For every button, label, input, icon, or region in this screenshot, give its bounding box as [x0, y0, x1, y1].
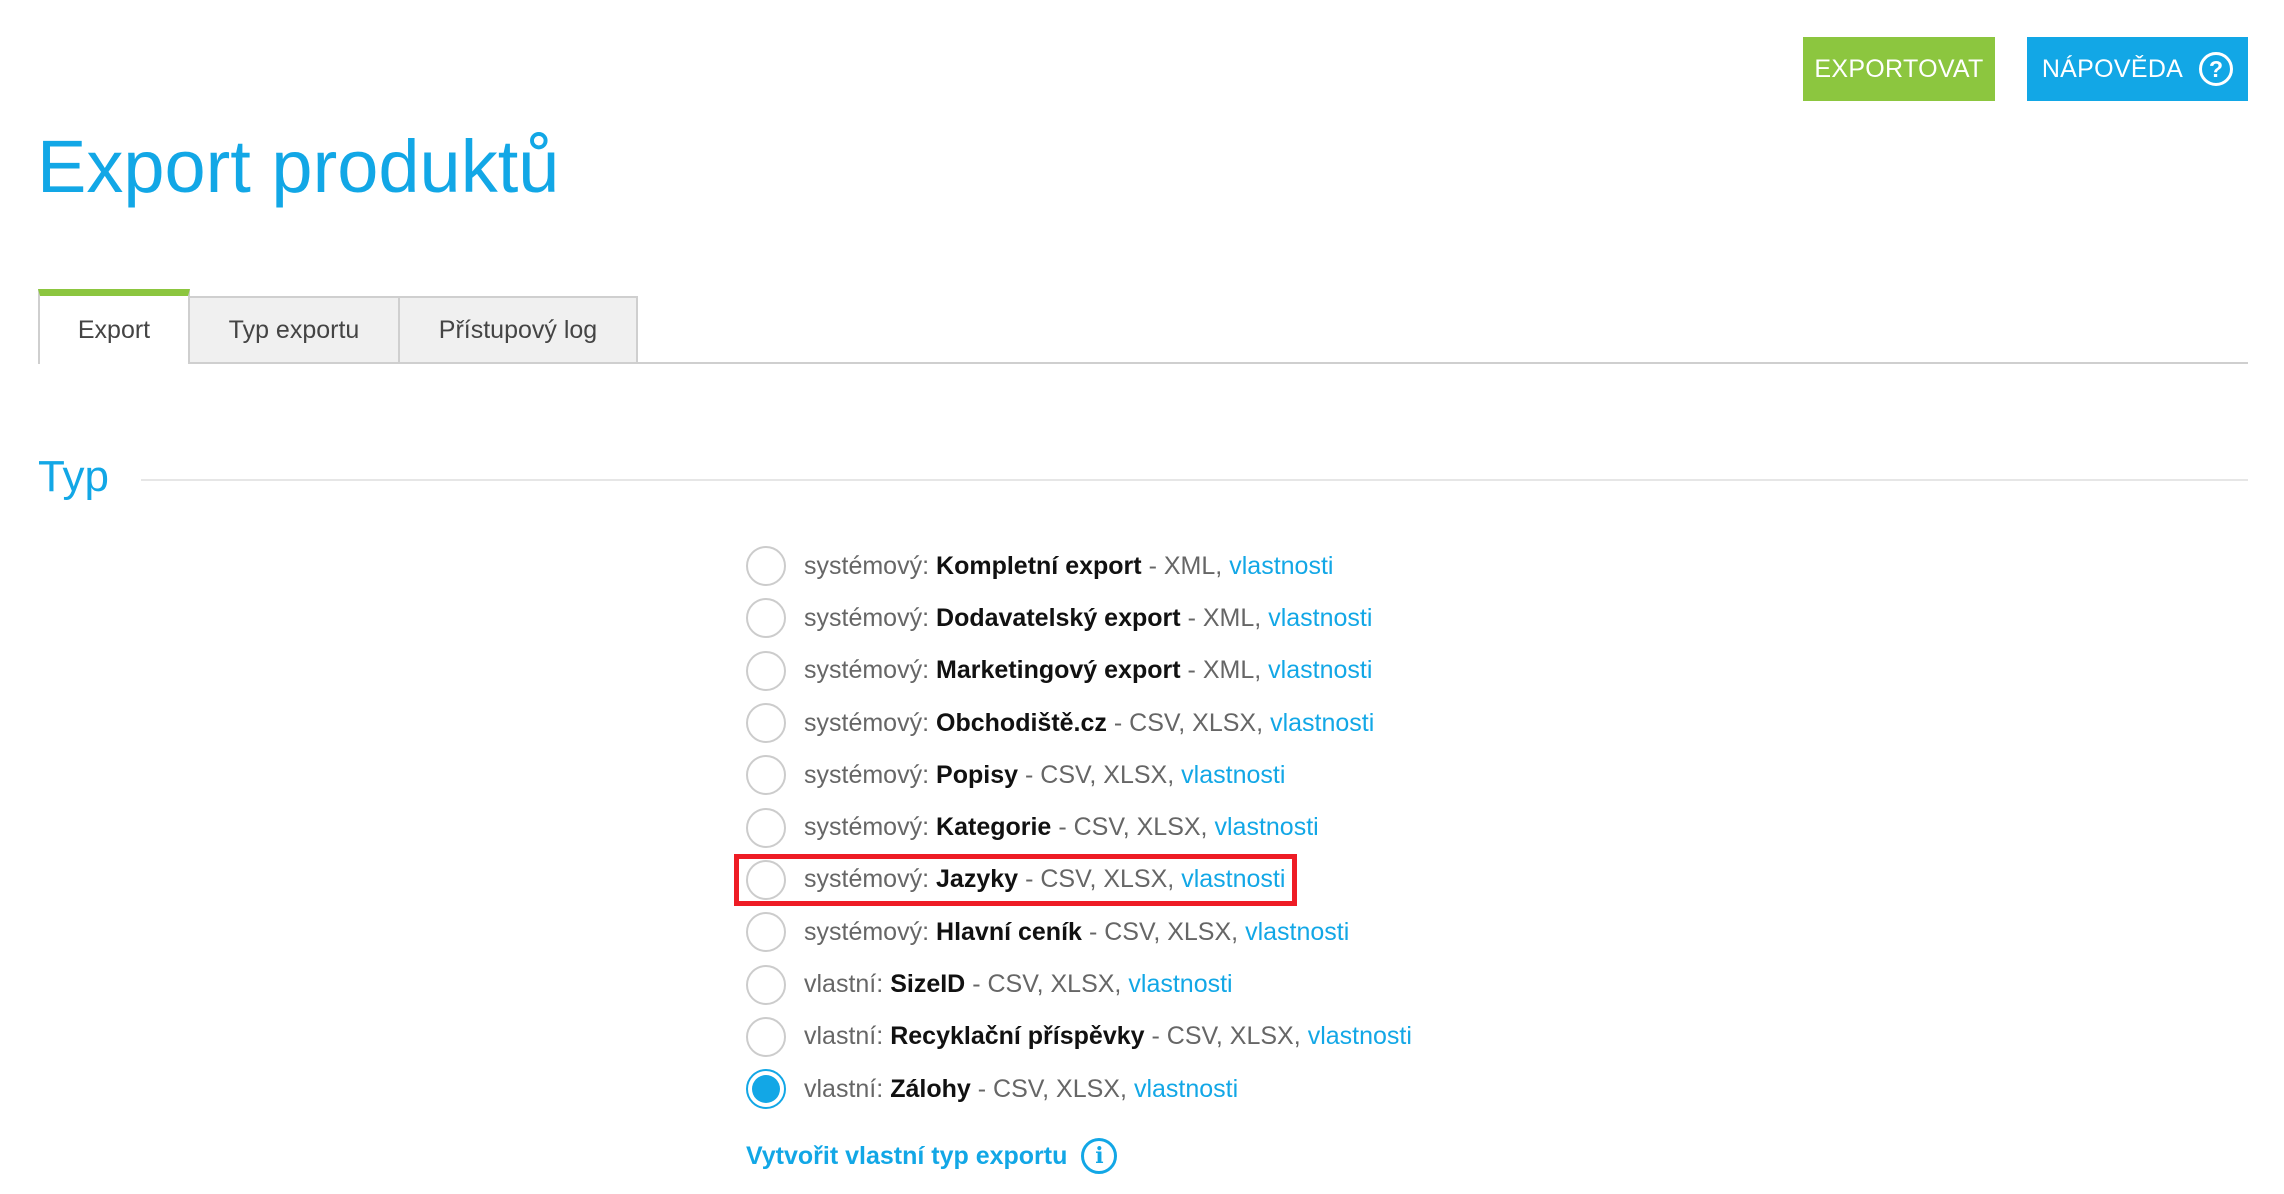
option-prefix: vlastní:	[804, 1074, 884, 1103]
option-name: Marketingový export	[936, 656, 1181, 685]
option-formats: - CSV, XLSX,	[1113, 708, 1264, 737]
option-properties-link[interactable]: vlastnosti	[1181, 761, 1285, 790]
option-name: Kategorie	[936, 813, 1052, 842]
export-button[interactable]: EXPORTOVAT	[1803, 37, 1995, 101]
option-formats: - XML,	[1148, 551, 1223, 580]
option-prefix: systémový:	[804, 603, 930, 632]
option-name: Recyklační příspěvky	[890, 1022, 1145, 1051]
option-properties-link[interactable]: vlastnosti	[1245, 918, 1349, 947]
radio-option[interactable]: systémový: Popisy - CSV, XLSX, vlastnost…	[746, 749, 1412, 801]
tab-export-type[interactable]: Typ exportu	[188, 296, 400, 362]
option-name: Hlavní ceník	[936, 917, 1082, 946]
option-properties-link[interactable]: vlastnosti	[1268, 656, 1372, 685]
option-prefix: systémový:	[804, 865, 930, 894]
option-prefix: vlastní:	[804, 970, 884, 999]
radio-button[interactable]	[746, 546, 786, 587]
create-custom-export-type-link[interactable]: Vytvořit vlastní typ exportu i	[746, 1138, 1118, 1174]
option-name: Popisy	[936, 760, 1019, 789]
radio-option[interactable]: systémový: Dodavatelský export - XML, vl…	[746, 592, 1412, 644]
help-button[interactable]: NÁPOVĚDA ?	[2027, 37, 2248, 101]
option-prefix: systémový:	[804, 656, 930, 685]
info-icon[interactable]: i	[1081, 1138, 1118, 1174]
option-formats: - CSV, XLSX,	[977, 1074, 1127, 1103]
option-formats: - CSV, XLSX,	[1025, 760, 1175, 789]
help-button-label: NÁPOVĚDA	[2041, 54, 2184, 83]
tab-export[interactable]: Export	[38, 289, 190, 364]
question-circle-icon: ?	[2199, 52, 2234, 86]
page-title: Export produktů	[37, 125, 560, 208]
option-prefix: systémový:	[804, 760, 930, 789]
option-properties-link[interactable]: vlastnosti	[1215, 813, 1319, 842]
option-prefix: systémový:	[804, 551, 930, 580]
option-properties-link[interactable]: vlastnosti	[1128, 970, 1232, 999]
section-header-type: Typ	[38, 455, 2248, 499]
radio-option[interactable]: systémový: Hlavní ceník - CSV, XLSX, vla…	[746, 906, 1412, 958]
option-formats: - CSV, XLSX,	[1088, 917, 1239, 946]
option-prefix: systémový:	[804, 708, 930, 737]
radio-option[interactable]: systémový: Obchodiště.cz - CSV, XLSX, vl…	[746, 697, 1412, 749]
option-formats: - CSV, XLSX,	[1058, 813, 1208, 842]
radio-option[interactable]: systémový: Kompletní export - XML, vlast…	[746, 540, 1412, 592]
option-prefix: systémový:	[804, 813, 930, 842]
option-formats: - CSV, XLSX,	[1025, 865, 1175, 894]
radio-button[interactable]	[746, 755, 786, 796]
option-properties-link[interactable]: vlastnosti	[1270, 709, 1374, 738]
create-link-label: Vytvořit vlastní typ exportu	[746, 1141, 1068, 1170]
option-name: SizeID	[890, 970, 966, 999]
radio-button[interactable]	[746, 859, 786, 900]
option-formats: - CSV, XLSX,	[1151, 1022, 1301, 1051]
radio-button[interactable]	[746, 650, 786, 691]
option-name: Dodavatelský export	[936, 603, 1181, 632]
radio-button[interactable]	[746, 703, 786, 744]
radio-option[interactable]: vlastní: SizeID - CSV, XLSX, vlastnosti	[746, 958, 1412, 1010]
option-properties-link[interactable]: vlastnosti	[1181, 865, 1285, 894]
export-type-radio-group: systémový: Kompletní export - XML, vlast…	[746, 540, 1412, 1115]
option-formats: - XML,	[1187, 603, 1262, 632]
top-toolbar: EXPORTOVAT NÁPOVĚDA ?	[1803, 37, 2248, 101]
option-name: Jazyky	[936, 865, 1019, 894]
radio-button[interactable]	[746, 807, 786, 848]
option-name: Obchodiště.cz	[936, 708, 1107, 737]
radio-option[interactable]: vlastní: Zálohy - CSV, XLSX, vlastnosti	[746, 1063, 1412, 1115]
radio-option[interactable]: systémový: Kategorie - CSV, XLSX, vlastn…	[746, 801, 1412, 853]
option-formats: - CSV, XLSX,	[972, 970, 1122, 999]
radio-button[interactable]	[746, 1016, 786, 1057]
section-divider	[140, 479, 2248, 481]
option-name: Kompletní export	[936, 551, 1142, 580]
option-formats: - XML,	[1187, 656, 1262, 685]
option-name: Zálohy	[890, 1074, 971, 1103]
option-prefix: vlastní:	[804, 1022, 884, 1051]
tab-access-log[interactable]: Přístupový log	[398, 296, 638, 362]
radio-button[interactable]	[746, 912, 786, 953]
option-properties-link[interactable]: vlastnosti	[1268, 604, 1372, 633]
radio-button[interactable]	[746, 964, 786, 1005]
radio-option[interactable]: vlastní: Recyklační příspěvky - CSV, XLS…	[746, 1011, 1412, 1063]
option-properties-link[interactable]: vlastnosti	[1134, 1075, 1238, 1104]
radio-option[interactable]: systémový: Marketingový export - XML, vl…	[746, 645, 1412, 697]
option-prefix: systémový:	[804, 917, 930, 946]
tab-bar: Export Typ exportu Přístupový log	[38, 287, 2248, 364]
radio-button[interactable]	[746, 1069, 786, 1110]
option-properties-link[interactable]: vlastnosti	[1308, 1022, 1412, 1051]
radio-button[interactable]	[746, 598, 786, 639]
option-properties-link[interactable]: vlastnosti	[1229, 552, 1333, 581]
section-title: Typ	[38, 452, 109, 501]
radio-option[interactable]: systémový: Jazyky - CSV, XLSX, vlastnost…	[746, 854, 1412, 906]
